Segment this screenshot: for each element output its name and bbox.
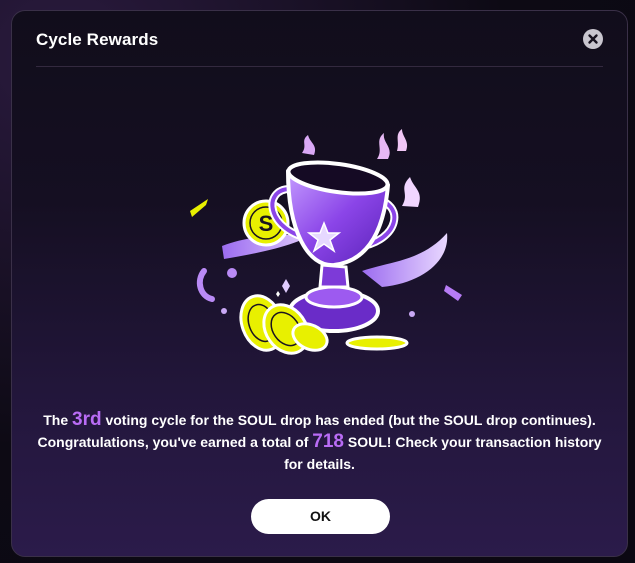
sparkle-wisp: [377, 133, 390, 159]
message-text: The: [43, 412, 72, 428]
sparkle-wisp: [302, 135, 316, 155]
confetti-icon: [409, 311, 415, 317]
dialog-title: Cycle Rewards: [36, 30, 159, 49]
confetti-icon: [444, 285, 462, 301]
close-button[interactable]: [583, 29, 603, 49]
cycle-rewards-dialog: Cycle Rewards S The 3rd voting cycle for…: [11, 10, 628, 557]
confetti-icon: [227, 268, 237, 278]
confetti-icon: [282, 279, 290, 293]
soul-amount: 718: [312, 431, 344, 452]
dialog-header: Cycle Rewards: [12, 11, 627, 67]
reward-message: The 3rd voting cycle for the SOUL drop h…: [30, 409, 609, 475]
confetti-icon: [221, 308, 227, 314]
confetti-icon: [196, 268, 215, 302]
ok-button[interactable]: OK: [251, 499, 390, 534]
sparkle-icon: [276, 291, 280, 297]
header-divider: [36, 66, 603, 67]
trophy-icon: [268, 160, 399, 333]
confetti-icon: [190, 199, 208, 217]
cycle-number: 3rd: [72, 409, 102, 430]
close-icon: [588, 34, 598, 44]
sparkle-wisp: [397, 129, 408, 151]
sparkle-wisp: [402, 177, 420, 207]
trophy-illustration: S: [190, 129, 462, 355]
